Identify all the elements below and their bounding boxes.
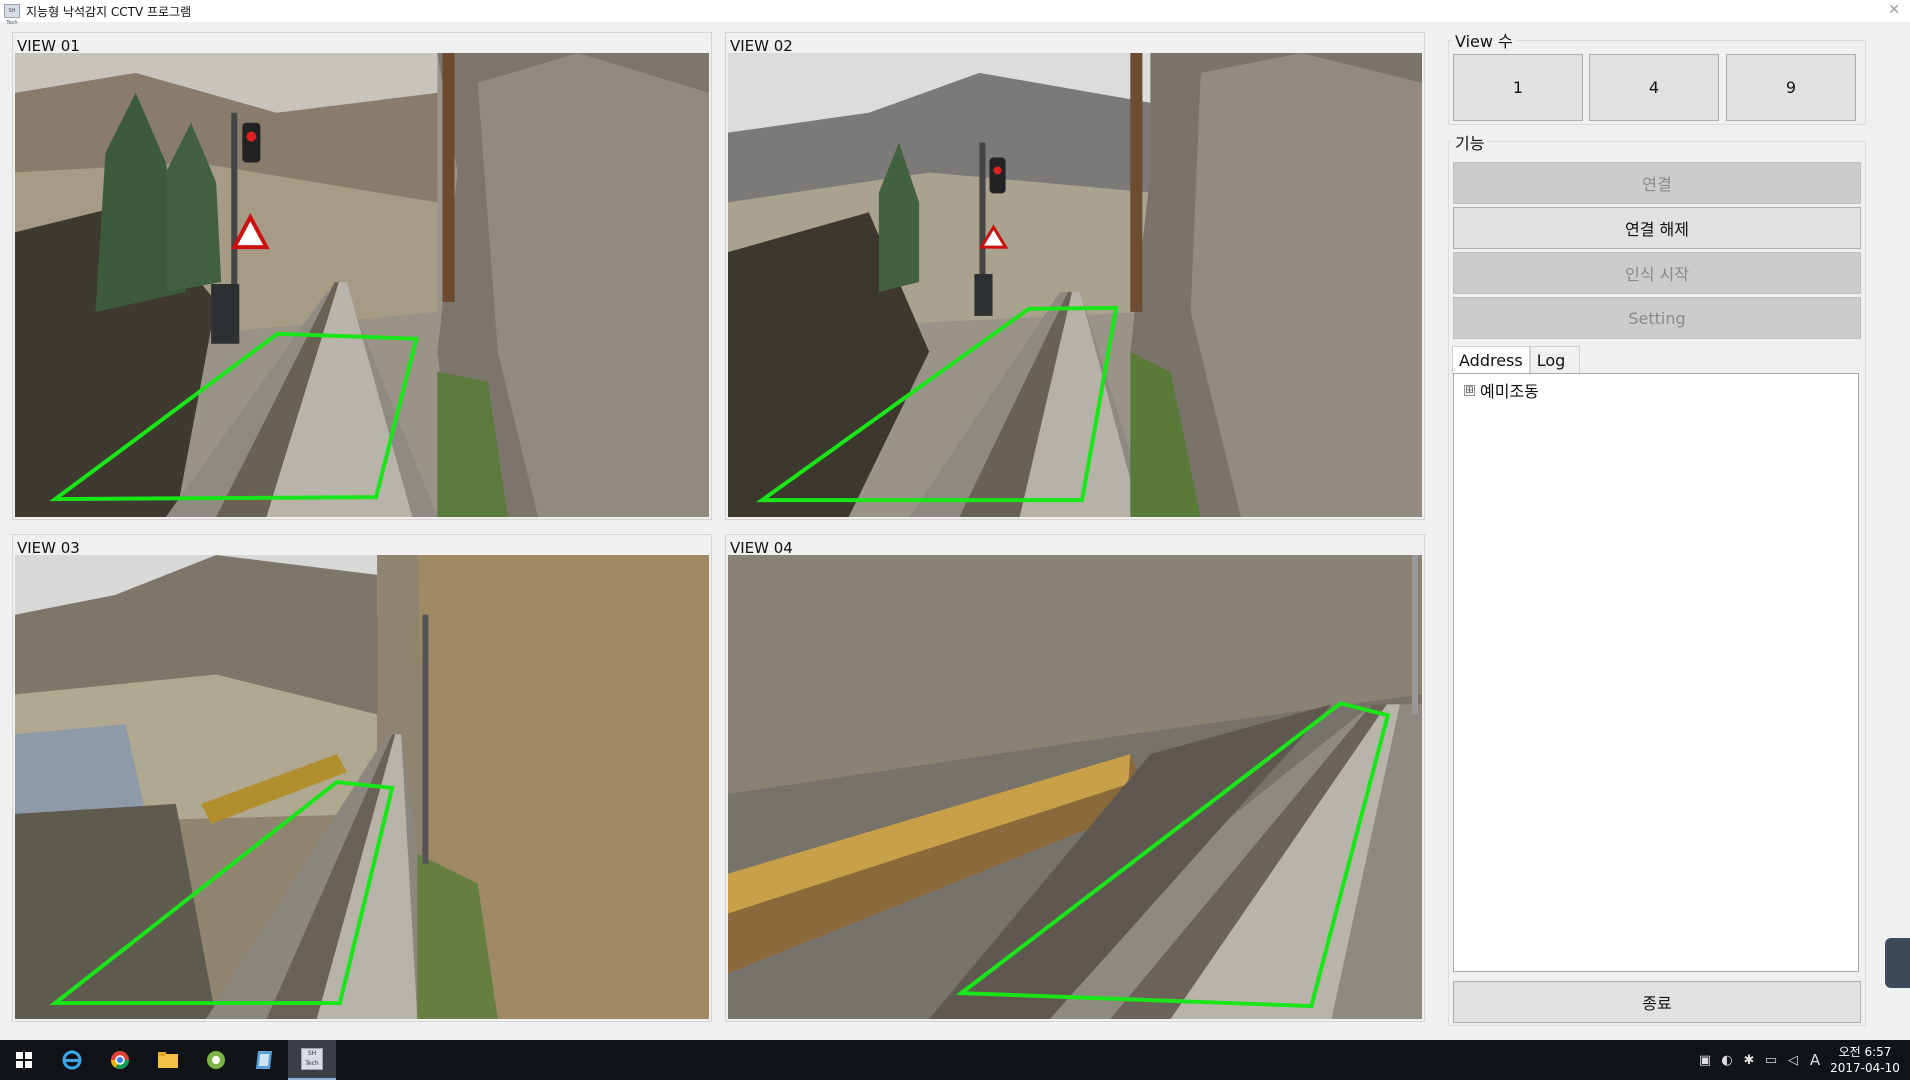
green-app-icon[interactable] bbox=[192, 1040, 240, 1080]
address-tree[interactable]: ⊞ 예미조동 bbox=[1453, 373, 1859, 972]
start-detection-button[interactable]: 인식 시작 bbox=[1453, 252, 1861, 294]
system-tray: ▣ ◐ ✱ ▭ ◁ A 오전 6:57 2017-04-10 bbox=[1694, 1040, 1910, 1080]
internet-explorer-icon[interactable] bbox=[48, 1040, 96, 1080]
view-04-panel: VIEW 04 bbox=[725, 534, 1425, 1022]
start-icon[interactable] bbox=[0, 1040, 48, 1080]
show-desktop-button[interactable] bbox=[1904, 1040, 1910, 1080]
network-drive-icon[interactable]: ▣ bbox=[1694, 1040, 1716, 1080]
camera-feed-01[interactable] bbox=[15, 53, 709, 517]
sh-tech-logo: SH Tech bbox=[301, 1048, 323, 1070]
close-icon[interactable]: ✕ bbox=[1888, 2, 1900, 18]
clock[interactable]: 오전 6:57 2017-04-10 bbox=[1826, 1044, 1904, 1076]
camera-feed-02[interactable] bbox=[728, 53, 1422, 517]
chat-icon[interactable]: ◐ bbox=[1716, 1040, 1738, 1080]
camera-feed-03[interactable] bbox=[15, 555, 709, 1019]
tab-address[interactable]: Address bbox=[1452, 346, 1530, 374]
view-03-panel: VIEW 03 bbox=[12, 534, 712, 1022]
function-title: 기능 bbox=[1452, 130, 1488, 154]
view-02-panel: VIEW 02 bbox=[725, 32, 1425, 520]
connect-button[interactable]: 연결 bbox=[1453, 162, 1861, 204]
disconnect-button[interactable]: 연결 해제 bbox=[1453, 207, 1861, 249]
chrome-icon[interactable] bbox=[96, 1040, 144, 1080]
title-bar: SH Tech 지능형 낙석감지 CCTV 프로그램 ✕ bbox=[0, 0, 1910, 26]
view-4-button[interactable]: 4 bbox=[1589, 54, 1719, 121]
sh-tech-app-icon[interactable]: SH Tech bbox=[288, 1040, 336, 1080]
file-explorer-icon[interactable] bbox=[144, 1040, 192, 1080]
view-01-panel: VIEW 01 bbox=[12, 32, 712, 520]
app-icon: SH Tech bbox=[4, 4, 20, 26]
ime-indicator[interactable]: A bbox=[1804, 1040, 1826, 1080]
view-1-button[interactable]: 1 bbox=[1453, 54, 1583, 121]
tree-item[interactable]: ⊞ 예미조동 bbox=[1464, 378, 1539, 402]
side-panel-handle[interactable] bbox=[1885, 938, 1910, 988]
expand-icon[interactable]: ⊞ bbox=[1464, 384, 1475, 396]
view-9-button[interactable]: 9 bbox=[1726, 54, 1856, 121]
clock-time: 오전 6:57 bbox=[1838, 1045, 1892, 1059]
notepad-icon[interactable] bbox=[240, 1040, 288, 1080]
exit-button[interactable]: 종료 bbox=[1453, 981, 1861, 1023]
setting-button[interactable]: Setting bbox=[1453, 297, 1861, 339]
tab-log[interactable]: Log bbox=[1529, 346, 1580, 373]
volume-muted-icon[interactable]: ◁ bbox=[1782, 1040, 1804, 1080]
view-count-title: View 수 bbox=[1452, 28, 1516, 52]
camera-feed-04[interactable] bbox=[728, 555, 1422, 1019]
taskbar: SH Tech ▣ ◐ ✱ ▭ ◁ A 오전 6:57 2017-04-10 bbox=[0, 1040, 1910, 1080]
network-icon[interactable]: ▭ bbox=[1760, 1040, 1782, 1080]
window-title: 지능형 낙석감지 CCTV 프로그램 bbox=[26, 4, 192, 19]
bluetooth-icon[interactable]: ✱ bbox=[1738, 1040, 1760, 1080]
tree-item-label: 예미조동 bbox=[1480, 382, 1539, 401]
tab-strip: Address Log bbox=[1452, 346, 1580, 374]
clock-date: 2017-04-10 bbox=[1830, 1061, 1900, 1075]
